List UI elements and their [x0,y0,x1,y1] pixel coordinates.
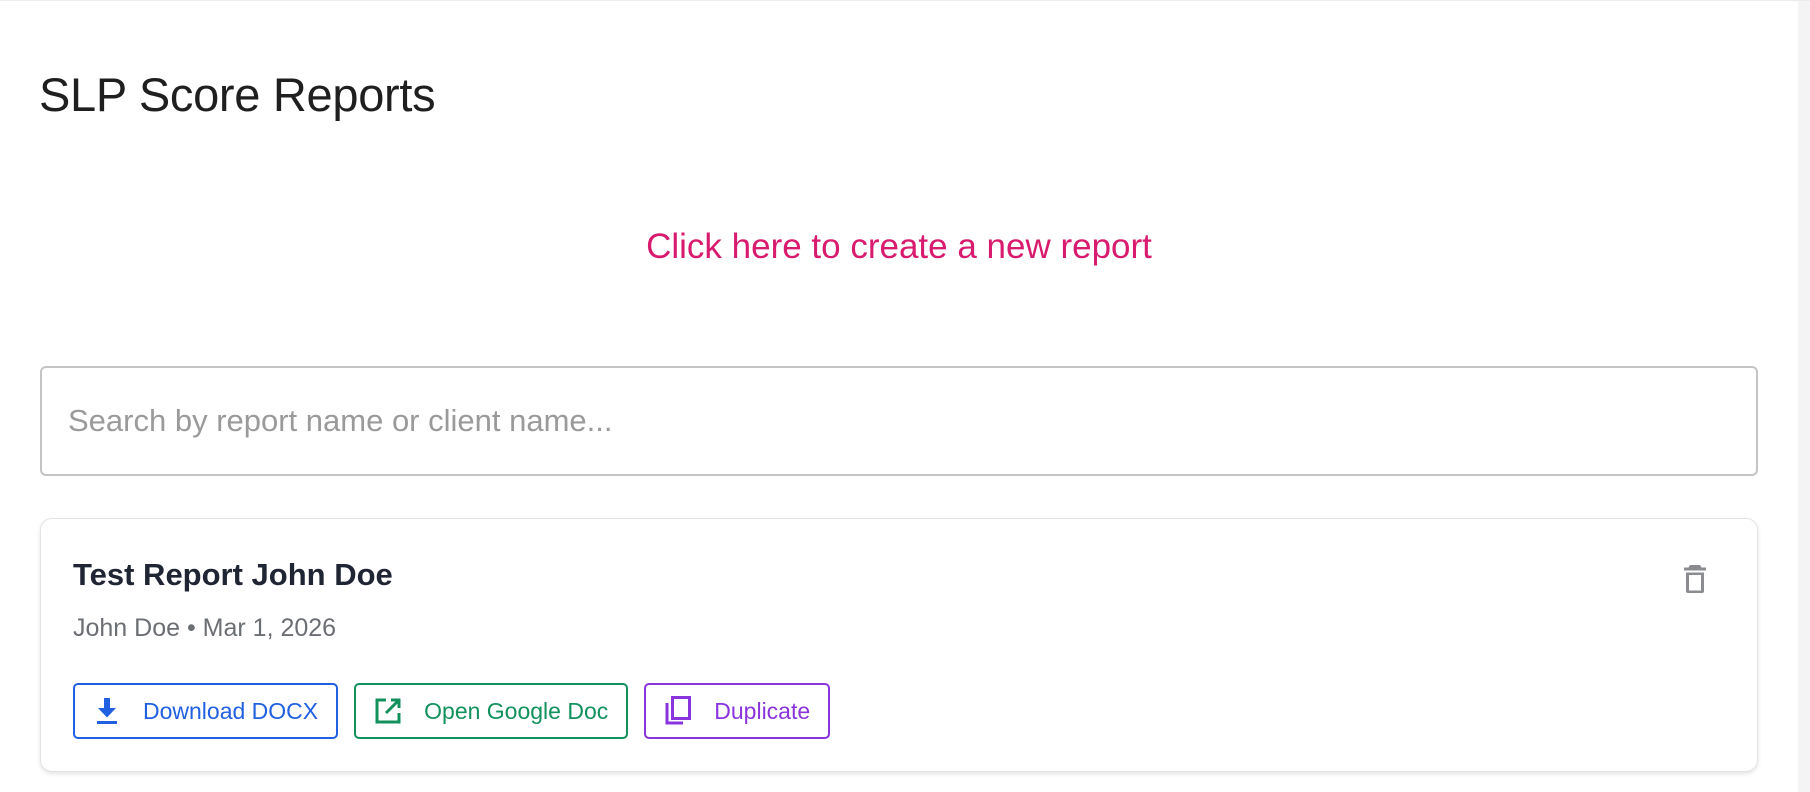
download-docx-button[interactable]: Download DOCX [73,683,339,739]
duplicate-label: Duplicate [714,697,811,724]
open-google-doc-button[interactable]: Open Google Doc [354,683,629,739]
report-title: Test Report John Doe [73,557,393,592]
open-external-icon [374,697,402,725]
report-actions: Download DOCX Open Google Doc Duplicate [73,683,831,739]
duplicate-button[interactable]: Duplicate [644,683,831,739]
download-docx-label: Download DOCX [143,697,319,724]
open-google-doc-label: Open Google Doc [424,697,609,724]
copy-icon [664,696,692,725]
delete-report-button[interactable] [1677,561,1713,597]
trash-icon [1684,565,1706,593]
report-card: Test Report John Doe John Doe • Mar 1, 2… [40,518,1758,772]
search-input[interactable] [42,368,1756,474]
scrollbar-track[interactable] [1798,1,1810,792]
search-box [40,366,1758,476]
page: SLP Score Reports Click here to create a… [0,0,1810,792]
create-report-link[interactable]: Click here to create a new report [0,227,1798,267]
page-title: SLP Score Reports [39,68,436,121]
download-icon [93,697,121,725]
report-meta: John Doe • Mar 1, 2026 [73,614,337,642]
